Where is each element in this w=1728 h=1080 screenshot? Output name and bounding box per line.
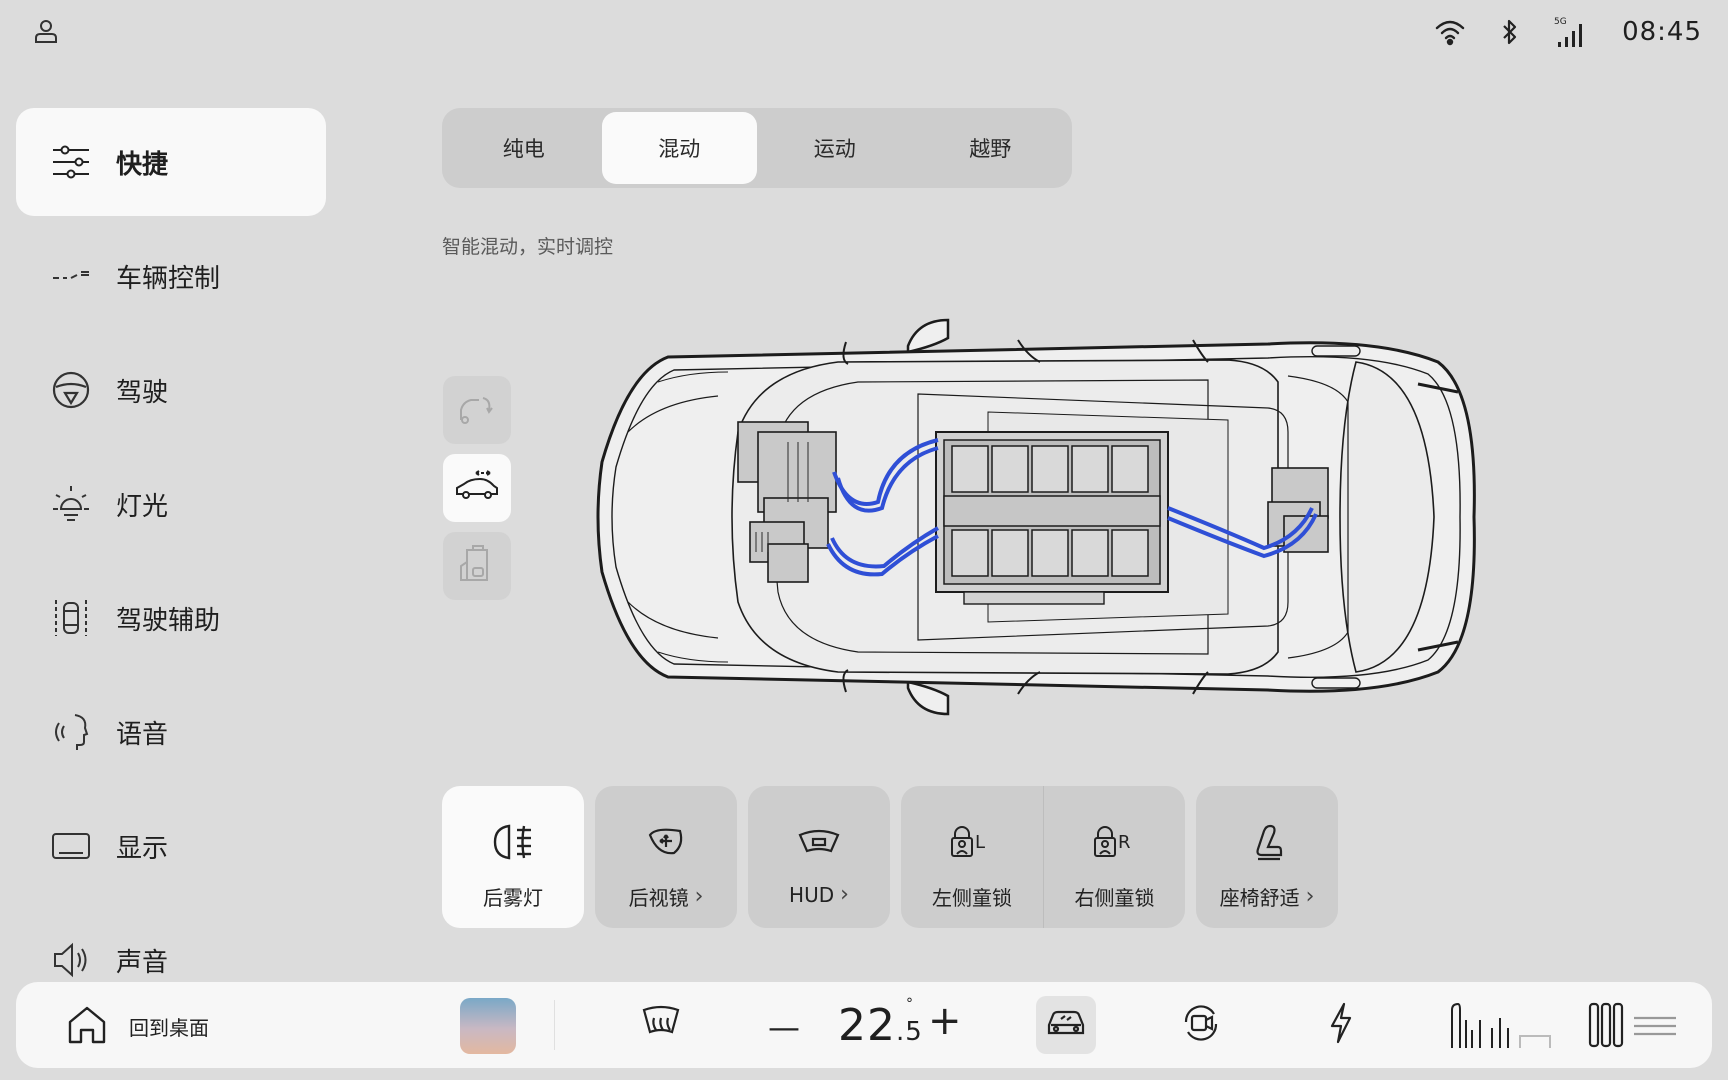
status-icons: 5G 08:45: [1434, 14, 1702, 50]
rear-fog-light-button[interactable]: 后雾灯: [442, 786, 584, 928]
seat-comfort-button[interactable]: 座椅舒适 ›: [1196, 786, 1338, 928]
hud-icon: [797, 816, 841, 868]
drive-mode-tabs: 纯电 混动 运动 越野: [442, 108, 1072, 188]
bluetooth-icon: [1500, 18, 1520, 46]
sidebar-item-driver-assist[interactable]: 驾驶辅助: [16, 564, 326, 672]
light-icon: [50, 483, 92, 525]
sidebar: 快捷 车辆控制 驾驶 灯光 驾驶辅助 语音 显示 声音: [16, 108, 326, 1020]
svg-text:R: R: [1118, 832, 1131, 853]
network-label: 5G: [1554, 17, 1567, 27]
sidebar-item-label: 车辆控制: [116, 263, 221, 294]
car-icon: [1045, 1007, 1087, 1043]
fan-icon[interactable]: [1586, 1000, 1686, 1050]
child-lock-left-button[interactable]: L 左侧童锁: [901, 786, 1043, 928]
media-thumbnail[interactable]: [460, 998, 516, 1054]
driver-assist-icon: [50, 597, 92, 639]
mirror-icon: [646, 816, 686, 868]
wifi-icon: [1434, 18, 1466, 46]
tab-ev[interactable]: 纯电: [446, 112, 602, 184]
sidebar-item-lights[interactable]: 灯光: [16, 450, 326, 558]
temp-decrease-button[interactable]: —: [768, 1008, 800, 1046]
bottom-dock: 回到桌面 — 22.5 ° +: [16, 982, 1712, 1068]
hud-button[interactable]: HUD ›: [748, 786, 890, 928]
quick-label: 后视镜 ›: [628, 884, 704, 910]
sliders-icon: [50, 141, 92, 183]
sidebar-item-label: 驾驶: [116, 377, 169, 408]
tab-hybrid[interactable]: 混动: [601, 112, 757, 184]
vehicle-control-icon: [50, 255, 92, 297]
clock: 08:45: [1622, 17, 1702, 47]
chevron-right-icon: ›: [694, 884, 704, 909]
car-rear-icon: [457, 390, 497, 430]
child-lock-right-icon: R: [1092, 816, 1138, 868]
quick-label: 后雾灯: [483, 886, 543, 910]
sidebar-item-vehicle-control[interactable]: 车辆控制: [16, 222, 326, 330]
dock-divider: [554, 1000, 555, 1050]
quick-label: 右侧童锁: [1074, 886, 1155, 910]
chevron-right-icon: ›: [840, 882, 849, 907]
view-rear-button[interactable]: [443, 376, 511, 444]
home-icon[interactable]: [66, 1004, 108, 1050]
tab-offroad[interactable]: 越野: [913, 112, 1069, 184]
rear-fog-light-icon: [491, 816, 535, 868]
sidebar-item-label: 语音: [116, 719, 169, 750]
quick-controls: 后雾灯 后视镜 › HUD › L 左侧童锁 R 右侧童锁 座椅舒适 ›: [442, 786, 1338, 928]
charge-icon[interactable]: [1328, 1002, 1354, 1044]
seat-heat-icon[interactable]: [1446, 1000, 1556, 1050]
car-door-icon: [459, 544, 495, 588]
steering-wheel-icon: [50, 369, 92, 411]
status-bar: 5G 08:45: [0, 0, 1728, 66]
sidebar-item-label: 灯光: [116, 491, 169, 522]
sidebar-item-label: 快捷: [116, 149, 169, 180]
car-button[interactable]: [1036, 996, 1096, 1054]
view-side-button[interactable]: [443, 454, 511, 522]
tab-sport[interactable]: 运动: [757, 112, 913, 184]
chevron-right-icon: ›: [1305, 884, 1315, 909]
sidebar-item-voice[interactable]: 语音: [16, 678, 326, 786]
mirror-button[interactable]: 后视镜 ›: [595, 786, 737, 928]
quick-label: HUD ›: [789, 882, 849, 907]
quick-label: 座椅舒适 ›: [1219, 884, 1315, 910]
degree-sign: °: [906, 996, 913, 1012]
sidebar-item-label: 声音: [116, 947, 169, 978]
mode-description: 智能混动，实时调控: [442, 236, 614, 258]
child-lock-left-icon: L: [949, 816, 995, 868]
camera-rotate-icon[interactable]: [1180, 1002, 1222, 1044]
voice-icon: [50, 711, 92, 753]
home-label[interactable]: 回到桌面: [129, 1012, 209, 1041]
quick-label: 左侧童锁: [932, 886, 1012, 910]
display-icon: [50, 825, 92, 867]
rear-defrost-icon[interactable]: [640, 1002, 682, 1042]
sidebar-item-shortcuts[interactable]: 快捷: [16, 108, 326, 216]
svg-text:L: L: [975, 832, 985, 853]
sidebar-item-label: 驾驶辅助: [116, 605, 221, 636]
sidebar-item-display[interactable]: 显示: [16, 792, 326, 900]
car-side-icon: [454, 470, 500, 506]
sidebar-item-driving[interactable]: 驾驶: [16, 336, 326, 444]
car-powertrain-diagram: [588, 312, 1508, 722]
sidebar-item-label: 显示: [116, 833, 169, 864]
seat-icon: [1250, 816, 1284, 868]
view-door-button[interactable]: [443, 532, 511, 600]
speaker-icon: [50, 939, 92, 981]
temp-increase-button[interactable]: +: [928, 998, 962, 1044]
child-lock-right-button[interactable]: R 右侧童锁: [1043, 786, 1185, 928]
user-icon[interactable]: [34, 18, 60, 46]
signal-5g-icon: 5G: [1554, 16, 1588, 48]
